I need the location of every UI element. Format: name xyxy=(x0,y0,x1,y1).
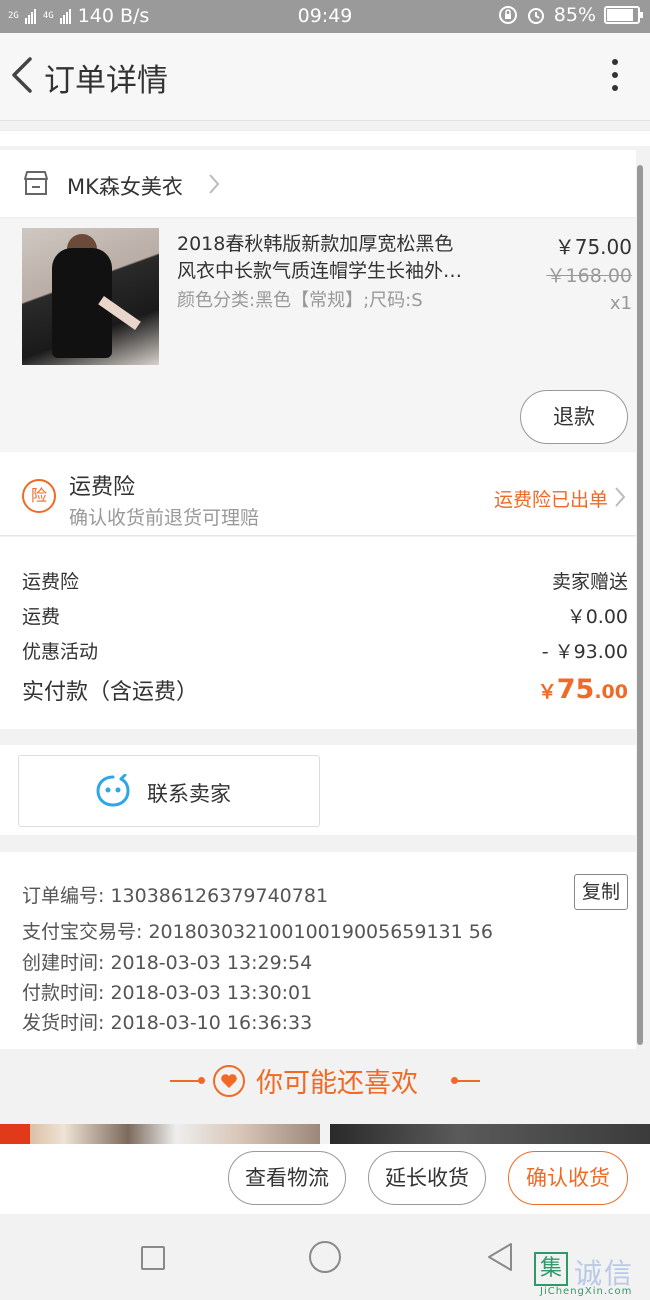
product-price: ￥75.00 xyxy=(554,235,632,259)
recommend-image[interactable] xyxy=(0,1124,320,1144)
recommend-image[interactable] xyxy=(330,1124,650,1144)
view-logistics-button[interactable]: 查看物流 xyxy=(228,1151,346,1205)
decor-dot xyxy=(198,1077,205,1084)
battery-fill xyxy=(607,9,633,21)
insurance-status: 运费险已出单 xyxy=(493,489,608,511)
confirm-receipt-button[interactable]: 确认收货 xyxy=(508,1151,628,1205)
header-bar: 订单详情 xyxy=(0,33,650,121)
product-quantity: x1 xyxy=(609,293,632,314)
heart-shape xyxy=(221,1074,237,1088)
total-decimal: .00 xyxy=(594,681,628,703)
lock-rotation-icon xyxy=(498,6,517,24)
status-right: 85% xyxy=(498,4,643,26)
store-icon xyxy=(24,171,48,195)
order-info: 订单编号: 130386126379740781 复制 支付宝交易号: 2018… xyxy=(0,852,636,1049)
copy-button[interactable]: 复制 xyxy=(574,874,628,910)
total-label: 实付款（含运费） xyxy=(22,680,199,705)
refund-button[interactable]: 退款 xyxy=(520,390,628,444)
shipping-insurance-row[interactable]: 险 运费险 确认收货前退货可理赔 运费险已出单 xyxy=(0,452,636,536)
battery-icon xyxy=(604,6,643,24)
product-title[interactable]: 2018春秋韩版新款加厚宽松黑色 风衣中长款气质连帽学生长袖外… xyxy=(177,231,507,285)
product-original-price: ￥168.00 xyxy=(546,265,632,287)
extend-receipt-button[interactable]: 延长收货 xyxy=(368,1151,486,1205)
cost-row: 运费 ￥0.00 xyxy=(22,602,628,629)
shipped-time: 发货时间: 2018-03-10 16:36:33 xyxy=(22,1012,313,1034)
contact-seller-button[interactable]: 联系卖家 xyxy=(18,755,320,827)
insurance-badge-icon: 险 xyxy=(22,479,56,513)
cost-value: - ￥93.00 xyxy=(541,641,628,663)
heart-icon xyxy=(213,1065,245,1097)
decor-line xyxy=(454,1080,480,1082)
insurance-title: 运费险 xyxy=(69,475,136,500)
alipay-trade-number: 支付宝交易号: 20180303210010019005659131 56 xyxy=(22,921,493,943)
alarm-icon xyxy=(527,8,544,24)
watermark-glyph: 集 xyxy=(534,1252,568,1286)
paid-time: 付款时间: 2018-03-03 13:30:01 xyxy=(22,982,313,1004)
product-title-line-2: 风衣中长款气质连帽学生长袖外… xyxy=(177,260,463,282)
recommend-images xyxy=(0,1124,650,1144)
cost-breakdown: 运费险 卖家赠送 运费 ￥0.00 优惠活动 - ￥93.00 实付款（含运费）… xyxy=(0,537,636,729)
cost-label: 优惠活动 xyxy=(22,641,99,663)
product-title-line-1: 2018春秋韩版新款加厚宽松黑色 xyxy=(177,233,454,255)
battery-percent: 85% xyxy=(553,4,596,26)
recommend-title: 你可能还喜欢 xyxy=(256,1068,418,1099)
cost-row: 运费险 卖家赠送 xyxy=(22,567,628,594)
chevron-right-icon xyxy=(209,174,220,194)
more-menu-icon[interactable] xyxy=(610,59,620,95)
total-currency: ￥ xyxy=(537,681,557,703)
cost-value: ￥0.00 xyxy=(566,606,628,628)
chevron-right-icon xyxy=(615,487,626,507)
total-row: 实付款（含运费） ￥75.00 xyxy=(22,674,628,706)
cost-value: 卖家赠送 xyxy=(551,571,628,593)
shop-row[interactable]: MK森女美衣 xyxy=(0,150,636,218)
contact-section: 联系卖家 xyxy=(0,745,636,835)
watermark-url: JiChengXin.com xyxy=(540,1286,633,1297)
recommend-banner: 你可能还喜欢 xyxy=(0,1050,650,1114)
recent-apps-icon[interactable] xyxy=(141,1246,165,1270)
product-thumbnail[interactable] xyxy=(22,228,159,365)
status-bar: 2G 4G 140 B/s 09:49 85% xyxy=(0,0,650,33)
insurance-subtitle: 确认收货前退货可理赔 xyxy=(69,507,260,529)
chat-bubble-icon xyxy=(96,774,130,807)
watermark-logo: 集 诚信 JiChengXin.com xyxy=(534,1252,646,1298)
total-value: ￥75.00 xyxy=(538,674,628,706)
product-spec: 颜色分类:黑色【常规】;尺码:S xyxy=(177,290,423,311)
cost-label: 运费 xyxy=(22,606,61,628)
cost-label: 运费险 xyxy=(22,571,80,593)
action-bar: 查看物流 延长收货 确认收货 xyxy=(0,1144,650,1214)
section-divider xyxy=(0,130,650,146)
total-integer: 75 xyxy=(556,674,595,705)
home-icon[interactable] xyxy=(309,1241,341,1273)
shop-name: MK森女美衣 xyxy=(67,175,183,199)
contact-seller-label: 联系卖家 xyxy=(147,782,231,806)
cost-row: 优惠活动 - ￥93.00 xyxy=(22,637,628,664)
page-title: 订单详情 xyxy=(44,63,168,99)
order-item[interactable]: 2018春秋韩版新款加厚宽松黑色 风衣中长款气质连帽学生长袖外… 颜色分类:黑色… xyxy=(0,219,636,451)
order-number: 订单编号: 130386126379740781 xyxy=(22,885,329,907)
back-arrow-icon[interactable] xyxy=(6,53,40,97)
created-time: 创建时间: 2018-03-03 13:29:54 xyxy=(22,952,313,974)
back-triangle-icon[interactable] xyxy=(485,1241,515,1273)
scrollbar[interactable] xyxy=(637,165,643,1045)
